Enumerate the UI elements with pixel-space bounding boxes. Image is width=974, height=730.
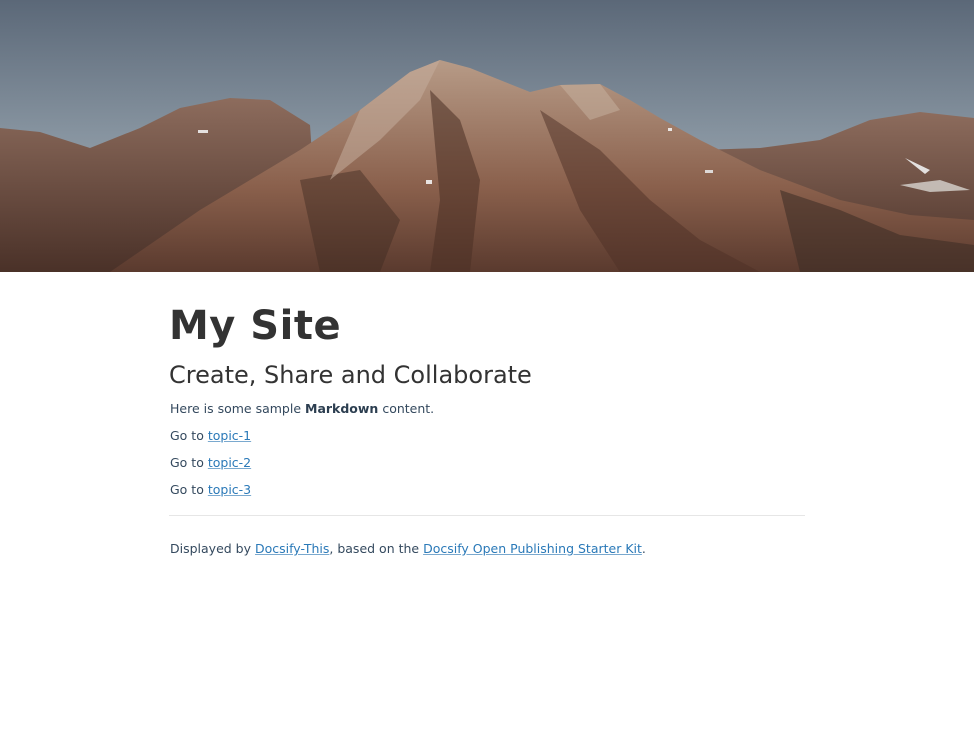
footer-prefix: Displayed by bbox=[170, 541, 255, 556]
page-subtitle: Create, Share and Collaborate bbox=[169, 361, 532, 389]
footer-attribution: Displayed by Docsify-This, based on the … bbox=[169, 540, 805, 558]
page-title: My Site bbox=[169, 303, 342, 349]
topic-prefix: Go to bbox=[170, 455, 208, 470]
hero-banner bbox=[0, 0, 974, 272]
docsify-this-link[interactable]: Docsify-This bbox=[255, 541, 329, 556]
intro-prefix: Here is some sample bbox=[170, 401, 305, 416]
mountain-banner-image bbox=[0, 0, 974, 272]
topic-prefix: Go to bbox=[170, 482, 208, 497]
topic-2-link[interactable]: topic-2 bbox=[208, 455, 251, 470]
topic-3-link[interactable]: topic-3 bbox=[208, 482, 251, 497]
starter-kit-link[interactable]: Docsify Open Publishing Starter Kit bbox=[423, 541, 642, 556]
topic-row-1: Go to topic-1 bbox=[169, 427, 805, 445]
topic-row-2: Go to topic-2 bbox=[169, 454, 805, 472]
intro-paragraph: Here is some sample Markdown content. bbox=[169, 400, 805, 418]
topic-row-3: Go to topic-3 bbox=[169, 481, 805, 499]
divider bbox=[169, 515, 805, 516]
topic-1-link[interactable]: topic-1 bbox=[208, 428, 251, 443]
topic-prefix: Go to bbox=[170, 428, 208, 443]
main-content: My Site Create, Share and Collaborate He… bbox=[169, 300, 805, 558]
footer-suffix: . bbox=[641, 541, 646, 556]
footer-middle: , based on the bbox=[329, 541, 424, 556]
intro-bold: Markdown bbox=[305, 401, 379, 416]
intro-suffix: content. bbox=[378, 401, 435, 416]
